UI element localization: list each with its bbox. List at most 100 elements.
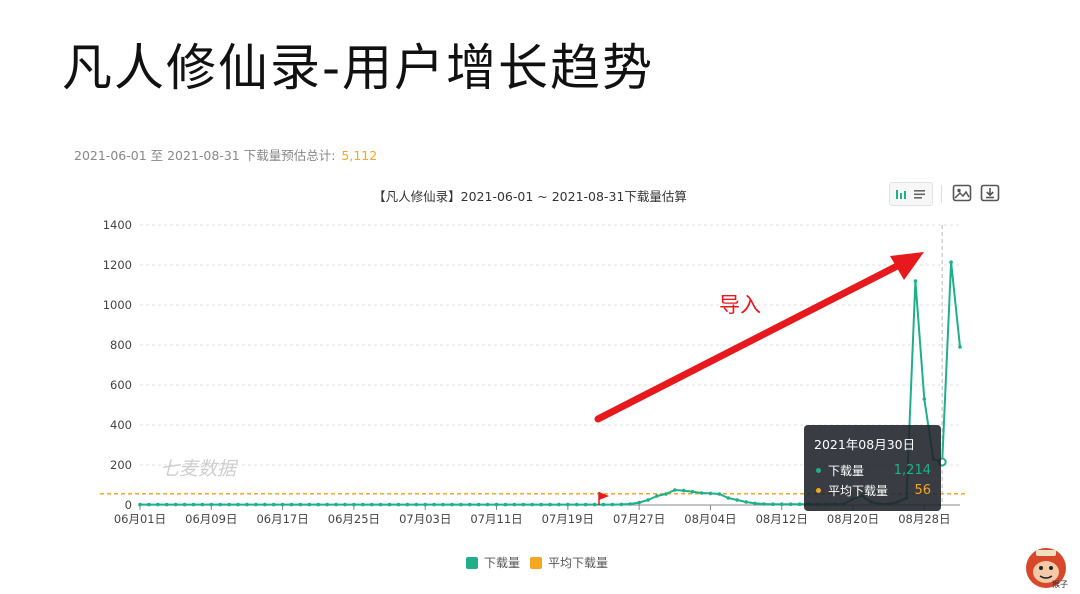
legend-item-average[interactable]: 平均下载量 [530,554,608,571]
data-point [236,502,240,507]
x-tick-label: 07月03日 [399,512,451,526]
data-point [548,502,552,507]
data-point [378,502,383,507]
data-point [254,502,258,507]
data-point [343,502,347,507]
data-point [476,502,481,507]
data-point [182,502,187,507]
data-point [744,500,748,504]
data-point [726,496,731,500]
data-point [753,501,757,506]
data-point [664,492,668,496]
annotation-label: 导入 [719,293,761,317]
data-point [262,502,267,507]
data-point [405,502,410,507]
data-point [361,502,365,507]
data-point [681,488,686,493]
data-point [450,502,454,507]
legend-item-downloads[interactable]: 下载量 [466,554,520,571]
data-point [619,502,624,507]
x-tick-label: 07月27日 [613,512,665,526]
x-tick-label: 06月25日 [328,512,380,526]
data-point [432,502,436,507]
data-point [521,502,526,507]
data-point [334,502,338,507]
legend-swatch [466,557,478,569]
data-point [672,488,677,492]
tooltip-value: 56 [914,483,931,498]
data-point [298,502,303,507]
data-point [164,502,169,507]
legend-swatch [530,557,542,569]
x-tick-label: 06月09日 [185,512,237,526]
data-point [628,502,633,506]
data-point [352,502,356,507]
x-tick-label: 06月17日 [256,512,308,526]
y-tick-label: 200 [110,458,132,472]
data-point [788,502,793,507]
data-point [690,490,695,494]
tooltip-label: 平均下载量 [828,484,889,498]
data-point [369,502,374,507]
y-tick-label: 800 [110,338,132,352]
data-point [459,502,463,507]
data-point [574,502,579,507]
data-point [530,502,534,507]
data-point [797,502,802,507]
data-point [191,502,196,507]
y-tick-label: 1200 [103,258,132,272]
x-tick-label: 08月20日 [827,512,879,526]
x-tick-label: 08月28日 [898,512,950,526]
data-point [779,502,784,507]
data-point [958,345,962,349]
legend-label: 下载量 [484,556,521,570]
data-point [156,502,160,507]
legend-label: 平均下载量 [548,556,609,570]
series-dot-icon [816,488,821,493]
x-tick-label: 08月12日 [756,512,808,526]
data-point [209,502,214,507]
data-point [173,502,178,507]
x-tick-label: 08月04日 [684,512,736,526]
data-point [610,502,615,507]
series-dot-icon [816,468,821,473]
data-point [289,502,294,507]
data-point [655,494,659,498]
data-point [503,502,508,507]
y-tick-label: 600 [110,378,132,392]
data-point [316,502,321,507]
data-point [271,502,276,507]
y-tick-label: 0 [125,498,132,512]
data-point [601,502,606,507]
data-point [717,492,722,496]
annotation-arrow-shaft [594,258,909,423]
data-point [583,502,588,507]
data-point [708,491,713,496]
data-point [539,502,543,507]
x-tick-label: 06月01日 [114,512,166,526]
data-point [307,502,312,507]
watermark-text: 七麦数据 [160,458,239,480]
tooltip-value: 1,214 [893,463,931,478]
data-point [512,502,517,507]
data-point [467,502,472,507]
data-point [441,502,445,507]
data-point [913,279,918,283]
data-point [637,500,641,505]
data-point [396,502,401,507]
data-point [200,502,205,507]
data-point [485,502,490,507]
y-tick-label: 400 [110,418,132,432]
data-point [557,502,561,507]
y-tick-label: 1000 [103,298,132,312]
tooltip-label: 下载量 [828,464,865,478]
data-point [414,502,419,507]
data-point [762,502,766,506]
tooltip-row-average: 平均下载量 56 [814,481,931,501]
data-point [494,502,499,507]
data-point [699,491,704,495]
data-point [949,260,953,265]
data-point [566,502,570,507]
data-point [245,502,249,507]
data-point [147,502,151,507]
